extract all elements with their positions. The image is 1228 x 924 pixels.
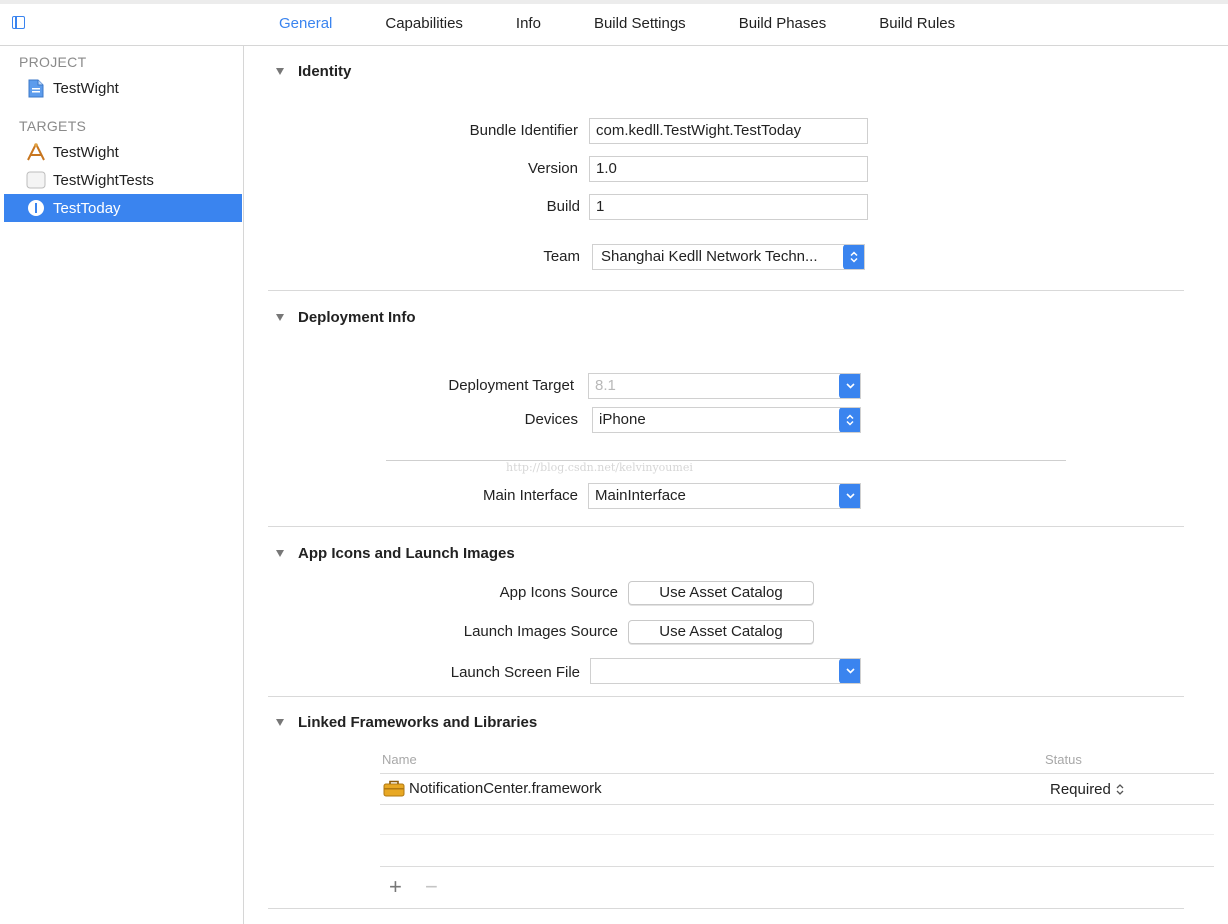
section-title: Linked Frameworks and Libraries <box>298 714 538 731</box>
main-interface-label: Main Interface <box>482 487 578 504</box>
general-settings-panel: Identity Bundle Identifier com.kedll.Tes… <box>244 46 1228 924</box>
section-title: Identity <box>298 63 352 80</box>
tab-info[interactable]: Info <box>516 15 541 32</box>
sidebar-item-target-testtoday[interactable]: TestToday <box>4 194 242 222</box>
project-header: PROJECT <box>19 54 87 70</box>
main-interface-combo[interactable]: MainInterface <box>588 483 861 509</box>
app-icons-source-label: App Icons Source <box>499 584 618 601</box>
chevron-down-icon[interactable] <box>839 484 860 508</box>
section-deployment-info[interactable]: Deployment Info <box>276 309 416 326</box>
section-title: Deployment Info <box>298 309 416 326</box>
table-row-line <box>380 834 1214 835</box>
app-target-icon <box>26 142 46 162</box>
tab-build-rules[interactable]: Build Rules <box>879 15 955 32</box>
chevron-down-icon[interactable] <box>839 659 860 683</box>
team-label: Team <box>543 248 580 265</box>
section-divider <box>268 908 1184 909</box>
tab-build-phases[interactable]: Build Phases <box>739 15 827 32</box>
bundle-identifier-label: Bundle Identifier <box>469 122 578 139</box>
team-popup[interactable]: Shanghai Kedll Network Techn... <box>592 244 865 270</box>
column-header-status[interactable]: Status <box>1045 752 1082 767</box>
disclosure-triangle-icon[interactable] <box>276 719 284 726</box>
chevron-down-icon[interactable] <box>839 374 860 398</box>
watermark-text: http://blog.csdn.net/kelvinyoumei <box>506 461 693 474</box>
bundle-identifier-field[interactable]: com.kedll.TestWight.TestToday <box>589 118 868 144</box>
sidebar-toggle-icon[interactable] <box>12 16 25 29</box>
launch-screen-file-label: Launch Screen File <box>450 664 580 681</box>
section-app-icons[interactable]: App Icons and Launch Images <box>276 545 515 562</box>
column-header-name[interactable]: Name <box>382 752 417 767</box>
section-identity[interactable]: Identity <box>276 63 351 80</box>
sidebar-item-project[interactable]: TestWight <box>4 74 242 102</box>
extension-icon <box>26 198 46 218</box>
framework-status-value: Required <box>1050 781 1111 798</box>
sidebar-item-label: TestWight <box>53 143 119 161</box>
deployment-target-value: 8.1 <box>595 377 616 394</box>
launch-images-source-label: Launch Images Source <box>463 623 618 640</box>
deployment-target-combo[interactable]: 8.1 <box>588 373 861 399</box>
sidebar-item-target-testwight[interactable]: TestWight <box>4 138 242 166</box>
framework-status-popup[interactable]: Required <box>1050 781 1124 798</box>
editor-tab-bar: General Capabilities Info Build Settings… <box>0 0 1228 46</box>
project-file-icon <box>26 78 46 98</box>
version-label: Version <box>527 160 578 177</box>
targets-header: TARGETS <box>19 118 87 134</box>
section-title: App Icons and Launch Images <box>298 545 515 562</box>
stepper-icon[interactable] <box>1116 783 1124 796</box>
deployment-target-label: Deployment Target <box>448 377 574 394</box>
launch-screen-file-combo[interactable] <box>590 658 861 684</box>
add-framework-button[interactable]: + <box>389 874 402 900</box>
build-label: Build <box>546 198 580 215</box>
sidebar-item-label: TestToday <box>53 199 121 217</box>
section-divider <box>268 526 1184 527</box>
disclosure-triangle-icon[interactable] <box>276 68 284 75</box>
section-divider <box>268 696 1184 697</box>
section-linked-frameworks[interactable]: Linked Frameworks and Libraries <box>276 714 537 731</box>
sidebar-item-label: TestWight <box>53 79 119 97</box>
devices-label: Devices <box>524 411 578 428</box>
framework-name: NotificationCenter.framework <box>409 779 602 797</box>
subsection-divider <box>386 460 1066 461</box>
project-navigator: PROJECT TestWight TARGETS TestWight Test… <box>0 46 244 924</box>
sidebar-item-label: TestWightTests <box>53 171 154 189</box>
version-field[interactable]: 1.0 <box>589 156 868 182</box>
disclosure-triangle-icon[interactable] <box>276 314 284 321</box>
remove-framework-button[interactable]: − <box>425 874 438 900</box>
popup-arrows-icon[interactable] <box>843 245 864 269</box>
framework-toolbox-icon <box>383 779 405 797</box>
section-divider <box>268 290 1184 291</box>
table-footer-line <box>380 866 1214 867</box>
disclosure-triangle-icon[interactable] <box>276 550 284 557</box>
table-header-line <box>380 773 1214 774</box>
devices-popup[interactable]: iPhone <box>592 407 861 433</box>
table-row-line <box>380 804 1214 805</box>
tab-general[interactable]: General <box>279 15 332 32</box>
sidebar-item-target-testwighttests[interactable]: TestWightTests <box>4 166 242 194</box>
test-bundle-icon <box>26 170 46 190</box>
team-value: Shanghai Kedll Network Techn... <box>601 248 818 265</box>
tab-list: General Capabilities Info Build Settings… <box>279 15 1008 32</box>
build-field[interactable]: 1 <box>589 194 868 220</box>
devices-value: iPhone <box>599 411 646 428</box>
tab-build-settings[interactable]: Build Settings <box>594 15 686 32</box>
launch-images-source-button[interactable]: Use Asset Catalog <box>628 620 814 644</box>
popup-arrows-icon[interactable] <box>839 408 860 432</box>
tab-capabilities[interactable]: Capabilities <box>385 15 463 32</box>
table-row[interactable]: NotificationCenter.framework <box>383 779 602 797</box>
app-icons-source-button[interactable]: Use Asset Catalog <box>628 581 814 605</box>
main-interface-value: MainInterface <box>595 487 686 504</box>
